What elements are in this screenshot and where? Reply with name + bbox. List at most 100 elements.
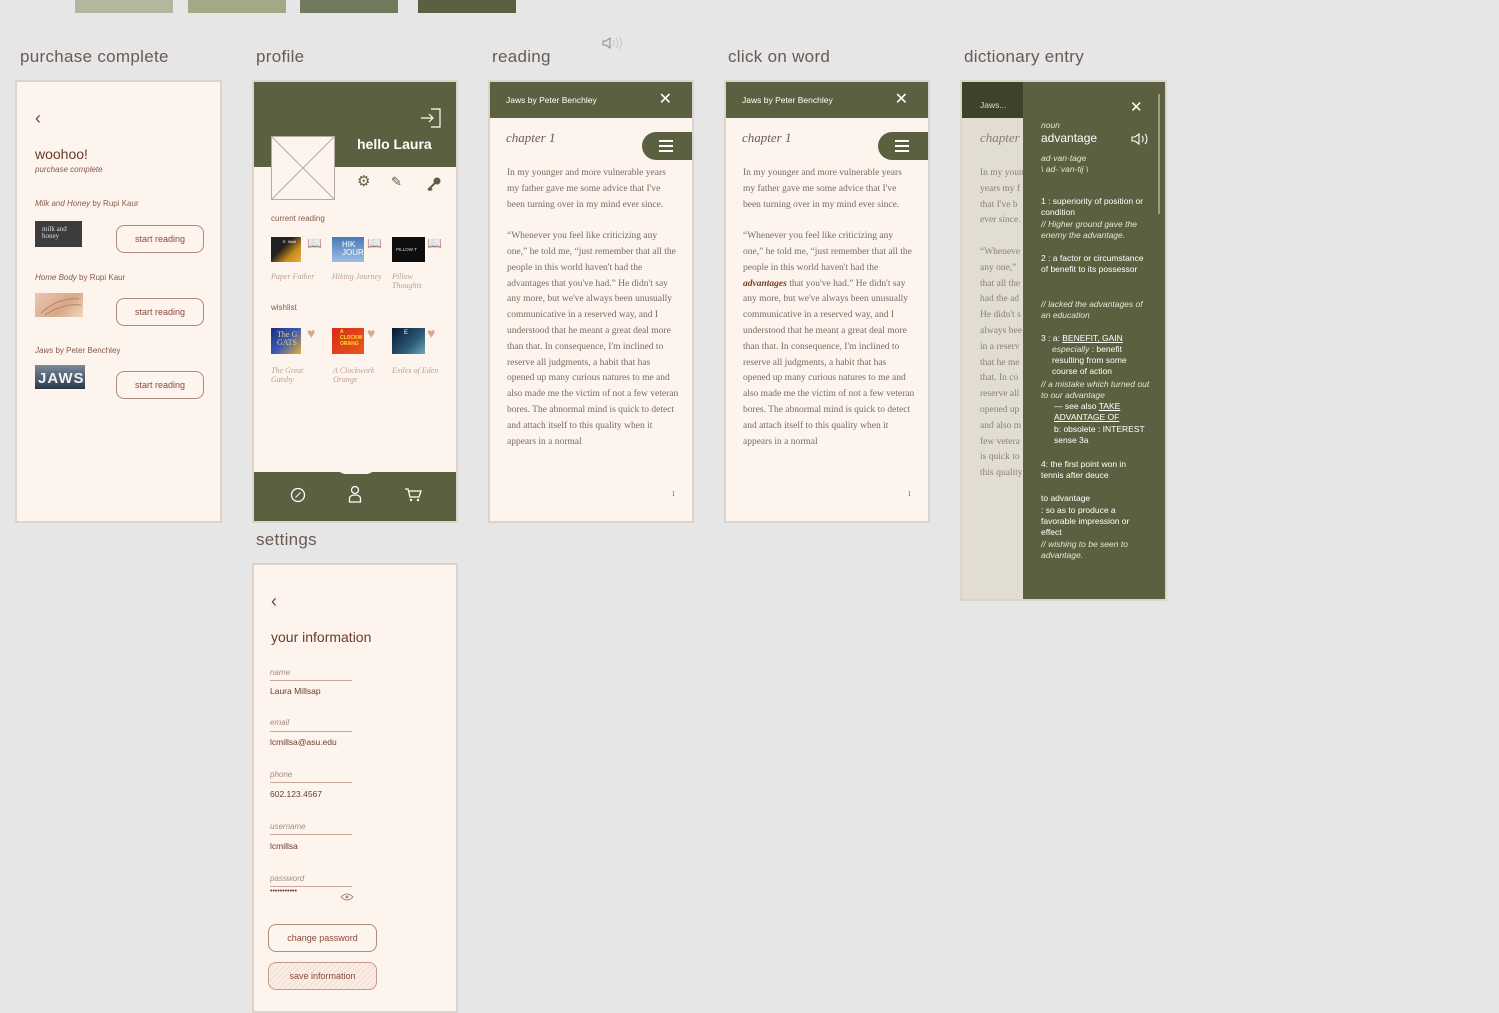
start-reading-button[interactable]: start reading	[116, 298, 204, 326]
book-cover-exiles-of-eden[interactable]: E	[392, 328, 425, 354]
chapter-title: chapter	[980, 130, 1020, 145]
phrase-definition: : so as to produce a favorable impressio…	[1041, 505, 1130, 537]
reading-header: Jaws by Peter Benchley ✕	[726, 82, 928, 118]
start-reading-button[interactable]: start reading	[116, 225, 204, 253]
book-paragraph: “Whenever you feel like criticizing any …	[743, 231, 915, 447]
book-text: In my younger and more vulnerable years …	[743, 166, 915, 450]
word[interactable]: advantages	[507, 279, 549, 289]
close-icon[interactable]: ✕	[1130, 98, 1143, 116]
reading-header: Jaws by Peter Benchley ✕	[490, 82, 692, 118]
book-cover-paper-father[interactable]: E. Walt	[271, 237, 301, 262]
click-on-word-screen: Jaws by Peter Benchley ✕ chapter 1 In my…	[724, 80, 930, 523]
label-reading: reading	[492, 47, 551, 66]
book-open-icon[interactable]: 📖	[307, 236, 322, 250]
example-1: // Higher ground gave the enemy the adva…	[1041, 219, 1137, 240]
book-cover-great-gatsby[interactable]: The G GATS	[271, 328, 301, 354]
book-open-icon[interactable]: 📖	[427, 236, 442, 250]
book-author: by Peter Benchley	[55, 346, 121, 355]
save-information-button[interactable]: save information	[268, 962, 377, 990]
eye-icon[interactable]	[340, 893, 354, 901]
chapter-title: chapter 1	[742, 130, 792, 145]
speaker-icon[interactable]	[1131, 132, 1151, 146]
close-icon[interactable]: ✕	[895, 89, 908, 109]
wishlist-label: wishlist	[271, 303, 297, 312]
book-author: by Rupi Kaur	[92, 199, 139, 208]
settings-screen: ‹ your information name Laura Millsap em…	[252, 563, 458, 1013]
field-underline	[270, 782, 352, 783]
back-arrow-icon[interactable]: ‹	[271, 591, 277, 612]
heart-icon[interactable]: ♥	[307, 325, 315, 341]
start-reading-button[interactable]: start reading	[116, 371, 204, 399]
field-label: phone	[270, 770, 293, 779]
phone-field[interactable]: 602.123.4567	[270, 789, 322, 799]
close-icon[interactable]: ✕	[659, 89, 672, 109]
field-underline	[270, 680, 352, 681]
heart-icon[interactable]: ♥	[427, 325, 435, 341]
link-benefit-gain[interactable]: BENEFIT, GAIN	[1062, 333, 1122, 343]
dictionary-panel: ✕ noun advantage ad·van·tage \ ad-ˈvan-t…	[1023, 82, 1165, 599]
label-dictionary-entry: dictionary entry	[964, 47, 1085, 66]
menu-button[interactable]	[642, 132, 692, 160]
dictionary-entry-screen: Jaws... chapter In my youn years my f th…	[960, 80, 1167, 601]
purchase-title: woohoo!	[35, 146, 88, 162]
compass-icon[interactable]	[290, 487, 306, 503]
password-field[interactable]: •••••••••••	[270, 888, 297, 895]
field-label: name	[270, 668, 291, 677]
cart-icon[interactable]	[404, 488, 422, 502]
scrollbar[interactable]	[1158, 94, 1160, 214]
book-open-icon[interactable]: 📖	[367, 236, 382, 250]
purchase-subtitle: purchase complete	[35, 165, 103, 174]
book-header-title: Jaws by Peter Benchley	[742, 95, 833, 105]
current-reading-label: current reading	[271, 214, 325, 223]
avatar[interactable]	[271, 136, 335, 200]
reading-screen: Jaws by Peter Benchley ✕ chapter 1 In my…	[488, 80, 694, 523]
example-3: // a mistake which turned out to our adv…	[1041, 379, 1150, 400]
highlighted-word[interactable]: advantages	[743, 279, 787, 289]
field-label: password	[270, 874, 305, 883]
palette-swatch-2	[188, 0, 286, 13]
palette-swatch-3	[300, 0, 398, 13]
book-title: Jaws	[35, 346, 54, 355]
field-underline	[270, 731, 352, 732]
definition-3b: b: obsolete : INTEREST sense 3a	[1054, 424, 1145, 445]
book-caption: Pillow Thoughts	[392, 272, 422, 290]
phrase: to advantage	[1041, 493, 1091, 503]
book-cover-hiking-journey[interactable]: HIK JOURN	[332, 237, 364, 262]
book-cover-pillow-thoughts[interactable]: PILLOW T	[392, 237, 425, 262]
definition-1: 1 : superiority of position or condition	[1041, 196, 1144, 217]
definition-3: 3 : a: BENEFIT, GAIN	[1041, 333, 1123, 343]
back-arrow-icon[interactable]: ‹	[35, 108, 41, 129]
field-label: username	[270, 822, 306, 831]
username-field[interactable]: lcmillsa	[270, 841, 298, 851]
book-caption: Hiking Journey	[332, 272, 382, 281]
example-2: // lacked the advantages of an education	[1041, 299, 1143, 320]
palette-swatch-1	[75, 0, 173, 13]
label-click-on-word: click on word	[728, 47, 831, 66]
purchase-complete-screen: ‹ woohoo! purchase complete Milk and Hon…	[15, 80, 222, 523]
heart-icon[interactable]: ♥	[367, 325, 375, 341]
chapter-title: chapter 1	[506, 130, 556, 145]
user-icon[interactable]	[348, 485, 362, 503]
profile-greeting: hello Laura	[357, 136, 432, 152]
label-purchase-complete: purchase complete	[20, 47, 169, 66]
page-number: 1	[907, 490, 912, 498]
book-cover-jaws: JAWS	[35, 365, 85, 389]
book-header-title: Jaws...	[980, 100, 1007, 110]
pronunciation: \ ad-ˈvan-tij \	[1041, 164, 1089, 174]
pencil-icon[interactable]: ✎	[391, 174, 402, 190]
book-paragraph: In my younger and more vulnerable years …	[743, 168, 902, 210]
menu-button[interactable]	[878, 132, 928, 160]
see-also: — see also TAKE ADVANTAGE OF	[1054, 401, 1121, 422]
book-text: In my younger and more vulnerable years …	[507, 166, 679, 450]
gear-icon[interactable]: ⚙	[357, 172, 370, 190]
field-label: email	[270, 718, 290, 727]
dictionary-word: advantage	[1041, 131, 1098, 145]
change-password-button[interactable]: change password	[268, 924, 377, 952]
key-icon[interactable]	[426, 176, 442, 192]
email-field[interactable]: lcmillsa@asu.edu	[270, 737, 337, 747]
book-title: Home Body	[35, 273, 77, 282]
name-field[interactable]: Laura Millsap	[270, 686, 321, 696]
book-cover-clockwork-orange[interactable]: A CLOCKW ORANG	[332, 328, 364, 354]
book-header-title: Jaws by Peter Benchley	[506, 95, 597, 105]
logout-icon[interactable]	[420, 108, 442, 128]
